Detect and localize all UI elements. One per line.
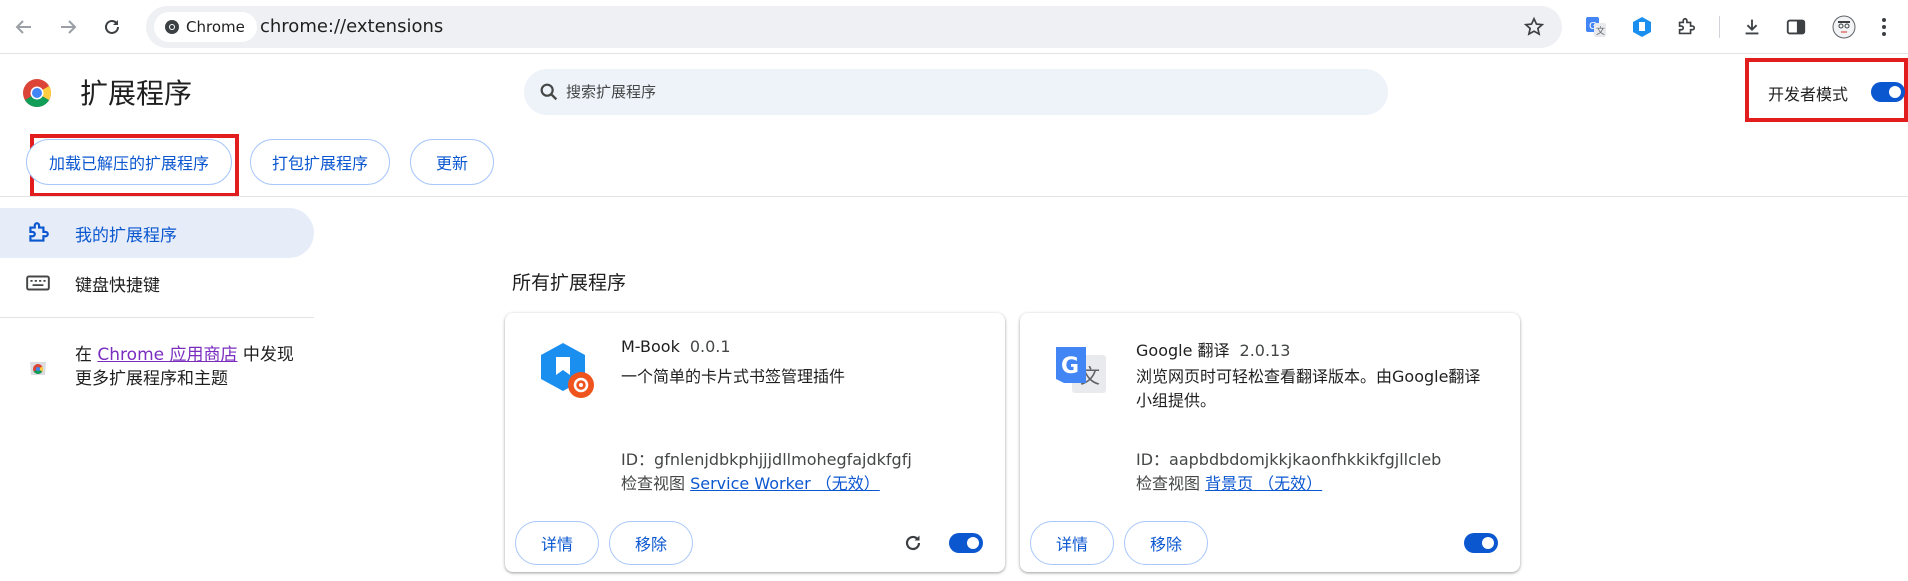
update-button[interactable]: 更新 bbox=[410, 139, 494, 185]
extension-enable-toggle[interactable] bbox=[1464, 533, 1498, 553]
extension-name: Google 翻译 2.0.13 bbox=[1136, 337, 1290, 361]
inspect-views: 检查视图 背景页 （无效） bbox=[1136, 470, 1322, 494]
side-panel-button[interactable] bbox=[1780, 11, 1812, 43]
toggle-knob bbox=[1482, 537, 1494, 549]
google-translate-icon: 文 G bbox=[1056, 347, 1106, 393]
dev-mode-toggle[interactable] bbox=[1871, 82, 1905, 102]
extension-description: 浏览网页时可轻松查看翻译版本。由Google翻译小组提供。 bbox=[1136, 367, 1481, 410]
web-store-promo: 在 Chrome 应用商店 中发现更多扩展程序和主题 bbox=[75, 343, 305, 391]
downloads-button[interactable] bbox=[1736, 11, 1768, 43]
extension-id: ID：aapbdbdomjkkjkaonfhkkikfgjllcleb bbox=[1136, 450, 1442, 469]
inspect-view-link[interactable]: Service Worker （无效） bbox=[690, 474, 880, 493]
reload-icon bbox=[105, 19, 119, 34]
sidebar-item-my-extensions[interactable]: 我的扩展程序 bbox=[25, 220, 177, 246]
header-divider bbox=[0, 196, 1908, 197]
puzzle-icon bbox=[29, 222, 49, 242]
back-arrow-icon bbox=[15, 20, 31, 34]
keyboard-icon bbox=[26, 275, 50, 291]
m-book-small-icon bbox=[1633, 17, 1651, 37]
forward-button[interactable] bbox=[52, 11, 84, 43]
dev-mode-label: 开发者模式 bbox=[1768, 85, 1849, 104]
pack-extension-button[interactable]: 打包扩展程序 bbox=[250, 139, 390, 185]
inspect-views: 检查视图 Service Worker （无效） bbox=[621, 470, 880, 494]
extension-title: Google 翻译 bbox=[1136, 341, 1230, 360]
sidebar-item-keyboard-shortcuts[interactable]: 键盘快捷键 bbox=[25, 270, 160, 296]
toggle-knob bbox=[1889, 86, 1901, 98]
extension-enable-toggle[interactable] bbox=[949, 533, 983, 553]
extension-description: 一个简单的卡片式书签管理插件 bbox=[621, 367, 846, 386]
site-chip-label: Chrome bbox=[186, 18, 245, 36]
details-button[interactable]: 详情 bbox=[515, 521, 599, 565]
browser-toolbar: Chrome chrome://extensions G 文 bbox=[0, 0, 1908, 54]
extension-card-google-translate: 文 G Google 翻译 2.0.13 浏览网页时可轻松查看翻译版本。由Goog… bbox=[1020, 313, 1520, 572]
extension-name: M-Book 0.0.1 bbox=[621, 337, 731, 356]
search-input[interactable] bbox=[566, 69, 1366, 115]
search-bar[interactable] bbox=[524, 69, 1388, 115]
toolbar-separator bbox=[1719, 16, 1720, 38]
web-store-prefix: 在 bbox=[75, 345, 98, 365]
puzzle-icon bbox=[1678, 17, 1696, 35]
address-bar[interactable]: Chrome chrome://extensions bbox=[146, 6, 1562, 48]
inspect-views-label: 检查视图 bbox=[621, 474, 691, 493]
inspect-views-label: 检查视图 bbox=[1136, 474, 1206, 493]
more-vert-icon bbox=[1882, 18, 1886, 36]
section-title: 所有扩展程序 bbox=[512, 272, 627, 294]
details-button[interactable]: 详情 bbox=[1030, 521, 1114, 565]
extension-card-m-book: M-Book 0.0.1 一个简单的卡片式书签管理插件 ID：gfnlenjdbk… bbox=[505, 313, 1005, 572]
back-button[interactable] bbox=[8, 11, 40, 43]
download-icon bbox=[1745, 19, 1759, 35]
extension-version: 2.0.13 bbox=[1239, 341, 1291, 360]
svg-text:文: 文 bbox=[1596, 25, 1605, 37]
svg-text:G: G bbox=[1061, 354, 1079, 379]
page-title: 扩展程序 bbox=[80, 77, 193, 110]
extensions-menu-button[interactable] bbox=[1670, 11, 1702, 43]
browser-menu-button[interactable] bbox=[1868, 11, 1900, 43]
chrome-web-store-icon bbox=[30, 362, 46, 375]
search-icon bbox=[540, 83, 558, 101]
forward-arrow-icon bbox=[61, 20, 77, 34]
extension-id: ID：gfnlenjdbkphjjjdllmohegfajdkfgfj bbox=[621, 450, 912, 469]
reload-extension-icon[interactable] bbox=[901, 531, 925, 555]
google-translate-ext-button[interactable]: G 文 bbox=[1580, 11, 1612, 43]
bookmark-star-button[interactable] bbox=[1522, 15, 1546, 39]
remove-button[interactable]: 移除 bbox=[1124, 521, 1208, 565]
sidebar-item-label: 我的扩展程序 bbox=[75, 225, 177, 246]
sidebar-divider bbox=[0, 317, 314, 318]
load-unpacked-button[interactable]: 加载已解压的扩展程序 bbox=[26, 139, 232, 185]
remove-button[interactable]: 移除 bbox=[609, 521, 693, 565]
star-icon bbox=[1523, 16, 1545, 36]
site-info-chip[interactable]: Chrome bbox=[154, 12, 257, 42]
reload-button[interactable] bbox=[96, 11, 128, 43]
chrome-logo-icon bbox=[23, 79, 51, 107]
extension-title: M-Book bbox=[621, 337, 680, 356]
inspect-view-link[interactable]: 背景页 （无效） bbox=[1205, 474, 1322, 493]
avatar bbox=[1832, 15, 1856, 39]
chrome-small-icon bbox=[165, 20, 179, 34]
m-book-ext-button[interactable] bbox=[1626, 11, 1658, 43]
side-panel-icon bbox=[1786, 19, 1806, 35]
m-book-icon bbox=[541, 343, 594, 398]
extension-version: 0.0.1 bbox=[689, 337, 731, 356]
profile-button[interactable] bbox=[1828, 11, 1860, 43]
sidebar-item-label: 键盘快捷键 bbox=[75, 275, 160, 296]
url-text[interactable]: chrome://extensions bbox=[260, 6, 443, 48]
web-store-link[interactable]: Chrome 应用商店 bbox=[97, 345, 237, 365]
toggle-knob bbox=[967, 537, 979, 549]
google-translate-icon: G 文 bbox=[1586, 17, 1606, 37]
